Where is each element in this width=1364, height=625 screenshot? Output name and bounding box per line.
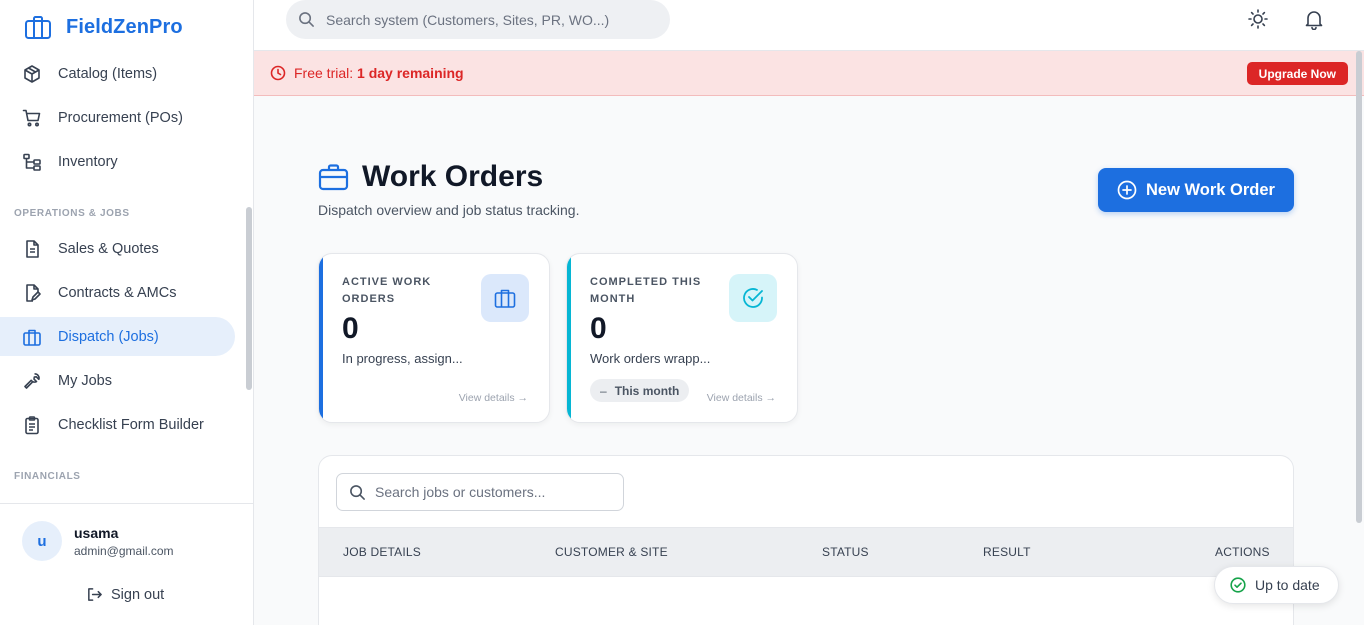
period-chip: – This month: [590, 379, 690, 402]
sidebar-item-dispatch[interactable]: Dispatch (Jobs): [0, 317, 235, 356]
column-header-result[interactable]: RESULT: [983, 545, 1031, 559]
new-work-order-label: New Work Order: [1146, 180, 1275, 199]
job-search[interactable]: [336, 473, 624, 511]
stat-card-active[interactable]: ACTIVE WORK ORDERS 0 In progress, assign…: [318, 253, 550, 423]
briefcase-icon: [481, 274, 529, 322]
sidebar-item-label: Procurement (POs): [58, 109, 183, 126]
sign-out-icon: [86, 586, 103, 603]
sidebar-item-label: Sales & Quotes: [58, 240, 159, 257]
sign-out-label: Sign out: [111, 586, 165, 603]
plus-circle-icon: [1117, 180, 1137, 200]
check-circle-icon: [729, 274, 777, 322]
table-header: JOB DETAILS CUSTOMER & SITE STATUS RESUL…: [319, 527, 1293, 577]
page-subtitle: Dispatch overview and job status trackin…: [318, 202, 580, 218]
avatar[interactable]: u: [22, 521, 62, 561]
briefcase-icon: [22, 327, 42, 347]
top-bar: [254, 0, 1364, 51]
clock-icon: [270, 65, 286, 81]
trial-prefix: Free trial:: [294, 65, 354, 81]
clipboard-icon: [22, 415, 42, 435]
sidebar-item-label: Checklist Form Builder: [58, 416, 204, 433]
sidebar-item-contracts[interactable]: Contracts & AMCs: [0, 273, 235, 312]
sidebar-item-label: My Jobs: [58, 372, 112, 389]
stat-description: Work orders wrapp...: [590, 351, 711, 366]
trial-text: Free trial: 1 day remaining: [294, 65, 464, 81]
sync-status-toast: Up to date: [1214, 566, 1339, 604]
stat-value: 0: [590, 312, 607, 345]
card-accent-bar: [567, 254, 571, 422]
sidebar-scrollbar[interactable]: [246, 207, 252, 390]
search-icon: [298, 11, 315, 28]
user-email: admin@gmail.com: [74, 544, 174, 558]
new-work-order-button[interactable]: New Work Order: [1098, 168, 1294, 212]
stat-value: 0: [342, 312, 359, 345]
sidebar-item-catalog[interactable]: Catalog (Items): [0, 54, 235, 93]
page-title: Work Orders: [362, 160, 544, 193]
document-icon: [22, 239, 42, 259]
sidebar-item-label: Dispatch (Jobs): [58, 328, 159, 345]
contract-edit-icon: [22, 283, 42, 303]
sync-status-label: Up to date: [1255, 577, 1320, 593]
user-name: usama: [74, 525, 119, 541]
card-accent-bar: [319, 254, 323, 422]
sidebar-item-inventory[interactable]: Inventory: [0, 142, 235, 181]
upgrade-now-button[interactable]: Upgrade Now: [1246, 62, 1348, 85]
brand[interactable]: FieldZenPro: [24, 14, 183, 40]
sidebar-item-sales-quotes[interactable]: Sales & Quotes: [0, 229, 235, 268]
trial-banner: Free trial: 1 day remaining Upgrade Now: [254, 51, 1364, 96]
job-search-input[interactable]: [375, 484, 615, 500]
column-header-status[interactable]: STATUS: [822, 545, 869, 559]
stat-title: ACTIVE WORK ORDERS: [342, 276, 432, 305]
sidebar-item-my-jobs[interactable]: My Jobs: [0, 361, 235, 400]
view-details-link[interactable]: View details →: [459, 392, 528, 404]
chip-dash: –: [600, 383, 607, 398]
chip-label: This month: [614, 383, 680, 398]
column-header-actions: ACTIONS: [1215, 545, 1270, 559]
stat-description: In progress, assign...: [342, 351, 463, 366]
user-panel: u usama admin@gmail.com Sign out: [0, 503, 253, 625]
hierarchy-icon: [22, 152, 42, 172]
trial-remaining: 1 day remaining: [357, 65, 464, 81]
section-label-operations: OPERATIONS & JOBS: [14, 208, 130, 219]
column-header-job-details[interactable]: JOB DETAILS: [343, 545, 421, 559]
view-details-link[interactable]: View details →: [707, 392, 776, 404]
sign-out-button[interactable]: Sign out: [86, 586, 164, 603]
global-search[interactable]: [286, 0, 670, 39]
cart-icon: [22, 108, 42, 128]
theme-toggle-sun-icon[interactable]: [1247, 8, 1269, 30]
wrench-icon: [22, 371, 42, 391]
sidebar-item-label: Contracts & AMCs: [58, 284, 177, 301]
app-name: FieldZenPro: [66, 15, 183, 38]
stat-card-completed[interactable]: COMPLETED THIS MONTH 0 Work orders wrapp…: [566, 253, 798, 423]
search-icon: [349, 484, 366, 501]
briefcase-icon: [24, 14, 52, 40]
sidebar: FieldZenPro Catalog (Items) Procurement …: [0, 0, 254, 625]
stat-title: COMPLETED THIS MONTH: [590, 276, 702, 305]
column-header-customer-site[interactable]: CUSTOMER & SITE: [555, 545, 668, 559]
global-search-input[interactable]: [326, 11, 656, 28]
sidebar-item-checklist-builder[interactable]: Checklist Form Builder: [0, 405, 235, 444]
check-circle-icon: [1230, 577, 1246, 593]
sidebar-item-procurement[interactable]: Procurement (POs): [0, 98, 235, 137]
sidebar-item-label: Inventory: [58, 153, 118, 170]
work-orders-table-panel: JOB DETAILS CUSTOMER & SITE STATUS RESUL…: [318, 455, 1294, 625]
notifications-bell-icon[interactable]: [1303, 8, 1325, 30]
box-icon: [22, 64, 42, 84]
briefcase-icon: [318, 163, 349, 191]
page-scrollbar[interactable]: [1356, 51, 1362, 523]
section-label-financials: FINANCIALS: [14, 471, 81, 482]
sidebar-item-label: Catalog (Items): [58, 65, 158, 82]
